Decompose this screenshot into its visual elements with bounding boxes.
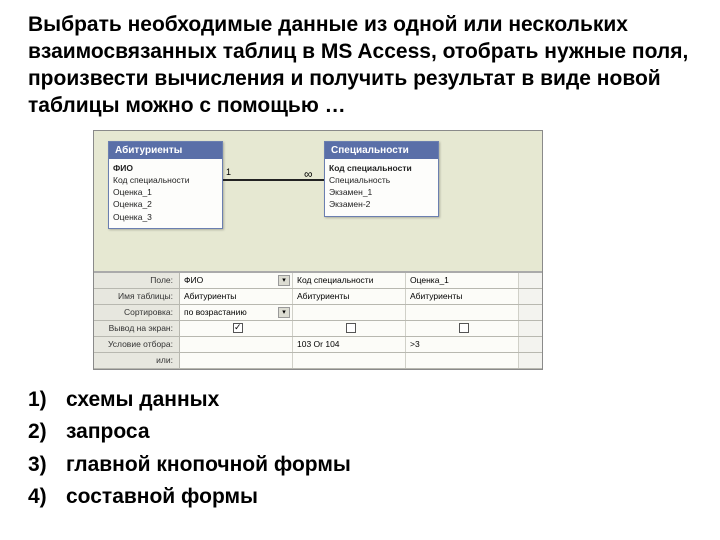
grid-cell[interactable] bbox=[180, 337, 293, 352]
grid-row-criteria: Условие отбора: 103 Or 104 >3 bbox=[94, 337, 542, 353]
grid-cell[interactable]: Абитуриенты bbox=[180, 289, 293, 304]
grid-cell[interactable]: Абитуриенты bbox=[293, 289, 406, 304]
grid-cell[interactable]: Абитуриенты bbox=[406, 289, 519, 304]
grid-label: Сортировка: bbox=[94, 305, 180, 320]
dropdown-icon[interactable]: ▾ bbox=[278, 275, 290, 286]
field: Оценка_3 bbox=[113, 211, 218, 223]
answer-option: 3) главной кнопочной формы bbox=[28, 449, 692, 482]
answer-text: схемы данных bbox=[66, 384, 219, 417]
cell-text: ФИО bbox=[184, 275, 203, 285]
answer-number: 3) bbox=[28, 449, 66, 482]
grid-cell[interactable] bbox=[293, 321, 406, 336]
grid-row-table: Имя таблицы: Абитуриенты Абитуриенты Аби… bbox=[94, 289, 542, 305]
cell-text: по возрастанию bbox=[184, 307, 247, 317]
grid-row-show: Вывод на экран: bbox=[94, 321, 542, 337]
dropdown-icon[interactable]: ▾ bbox=[278, 307, 290, 318]
grid-cell[interactable]: >3 bbox=[406, 337, 519, 352]
query-grid: Поле: ФИО ▾ Код специальности Оценка_1 Им… bbox=[94, 271, 542, 369]
table-title: Абитуриенты bbox=[109, 142, 222, 159]
answer-option: 2) запроса bbox=[28, 416, 692, 449]
grid-cell[interactable] bbox=[293, 305, 406, 320]
answer-number: 4) bbox=[28, 481, 66, 514]
grid-cell[interactable] bbox=[293, 353, 406, 368]
field: Экзамен-2 bbox=[329, 198, 434, 210]
grid-cell[interactable] bbox=[406, 305, 519, 320]
field: Оценка_2 bbox=[113, 198, 218, 210]
table-box-specialnosti: Специальности Код специальности Специаль… bbox=[324, 141, 439, 217]
field: Оценка_1 bbox=[113, 186, 218, 198]
checkbox-icon[interactable] bbox=[459, 323, 469, 333]
grid-cell[interactable] bbox=[180, 353, 293, 368]
answer-option: 1) схемы данных bbox=[28, 384, 692, 417]
grid-label: или: bbox=[94, 353, 180, 368]
grid-row-sort: Сортировка: по возрастанию ▾ bbox=[94, 305, 542, 321]
grid-label: Имя таблицы: bbox=[94, 289, 180, 304]
field: Экзамен_1 bbox=[329, 186, 434, 198]
grid-cell[interactable]: Оценка_1 bbox=[406, 273, 519, 288]
relationship-diagram: Абитуриенты ФИО Код специальности Оценка… bbox=[94, 131, 542, 271]
table-title: Специальности bbox=[325, 142, 438, 159]
field: Код специальности bbox=[329, 162, 434, 174]
field: Код специальности bbox=[113, 174, 218, 186]
access-screenshot: Абитуриенты ФИО Код специальности Оценка… bbox=[93, 130, 543, 370]
answer-text: запроса bbox=[66, 416, 150, 449]
grid-cell[interactable]: 103 Or 104 bbox=[293, 337, 406, 352]
checkbox-icon[interactable] bbox=[346, 323, 356, 333]
answer-text: составной формы bbox=[66, 481, 258, 514]
grid-row-or: или: bbox=[94, 353, 542, 369]
grid-cell[interactable] bbox=[406, 353, 519, 368]
answer-text: главной кнопочной формы bbox=[66, 449, 351, 482]
grid-cell[interactable] bbox=[180, 321, 293, 336]
grid-label: Условие отбора: bbox=[94, 337, 180, 352]
relationship-one-label: 1 bbox=[226, 167, 231, 177]
answer-number: 1) bbox=[28, 384, 66, 417]
grid-cell[interactable]: ФИО ▾ bbox=[180, 273, 293, 288]
checkbox-icon[interactable] bbox=[233, 323, 243, 333]
grid-cell[interactable]: по возрастанию ▾ bbox=[180, 305, 293, 320]
field-list: ФИО Код специальности Оценка_1 Оценка_2 … bbox=[109, 159, 222, 229]
grid-label: Вывод на экран: bbox=[94, 321, 180, 336]
question-text: Выбрать необходимые данные из одной или … bbox=[28, 12, 692, 120]
grid-cell[interactable] bbox=[406, 321, 519, 336]
answer-list: 1) схемы данных 2) запроса 3) главной кн… bbox=[28, 384, 692, 514]
relationship-many-label: ∞ bbox=[304, 167, 313, 181]
field: Специальность bbox=[329, 174, 434, 186]
grid-label: Поле: bbox=[94, 273, 180, 288]
table-box-abiturienty: Абитуриенты ФИО Код специальности Оценка… bbox=[108, 141, 223, 230]
grid-row-field: Поле: ФИО ▾ Код специальности Оценка_1 bbox=[94, 273, 542, 289]
answer-number: 2) bbox=[28, 416, 66, 449]
grid-cell[interactable]: Код специальности bbox=[293, 273, 406, 288]
answer-option: 4) составной формы bbox=[28, 481, 692, 514]
field-list: Код специальности Специальность Экзамен_… bbox=[325, 159, 438, 216]
field: ФИО bbox=[113, 162, 218, 174]
